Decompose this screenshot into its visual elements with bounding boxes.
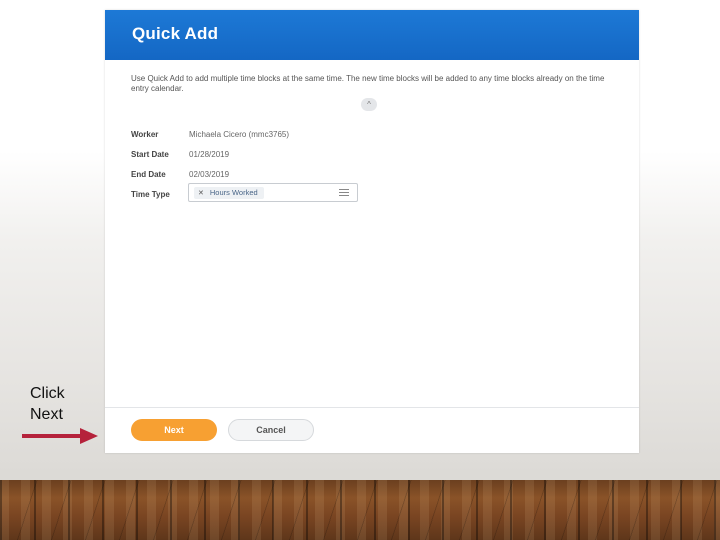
chevron-up-icon[interactable]: ^ <box>361 98 377 111</box>
worker-value: Michaela Cicero (mmc3765) <box>189 130 290 139</box>
x-icon[interactable]: ✕ <box>198 190 204 197</box>
arrow-right-icon <box>22 428 98 444</box>
start-date-value: 01/28/2019 <box>189 150 230 159</box>
wooden-floor-background <box>0 480 720 540</box>
click-next-annotation: Click Next <box>30 383 65 425</box>
start-date-label: Start Date <box>131 150 169 159</box>
annotation-line-1: Click <box>30 385 65 402</box>
footer-divider <box>105 407 639 408</box>
cancel-button[interactable]: Cancel <box>228 419 314 441</box>
end-date-value: 02/03/2019 <box>189 170 230 179</box>
time-type-selected-pill: ✕ Hours Worked <box>194 187 264 199</box>
quick-add-dialog: Quick Add Use Quick Add to add multiple … <box>105 10 639 453</box>
time-type-selected-value: Hours Worked <box>209 188 258 197</box>
list-icon[interactable] <box>339 189 349 197</box>
dialog-title: Quick Add <box>132 24 219 43</box>
intro-text: Use Quick Add to add multiple time block… <box>131 74 605 93</box>
time-type-label: Time Type <box>131 190 170 199</box>
end-date-row: End Date 02/03/2019 <box>131 168 531 182</box>
start-date-row: Start Date 01/28/2019 <box>131 148 531 162</box>
time-type-row: Time Type ✕ Hours Worked <box>131 183 531 202</box>
time-type-input[interactable]: ✕ Hours Worked <box>188 183 358 202</box>
dialog-header: Quick Add <box>105 10 639 60</box>
end-date-label: End Date <box>131 170 166 179</box>
annotation-line-2: Next <box>30 406 63 423</box>
worker-label: Worker <box>131 130 159 139</box>
worker-row: Worker Michaela Cicero (mmc3765) <box>131 128 531 142</box>
next-button[interactable]: Next <box>131 419 217 441</box>
